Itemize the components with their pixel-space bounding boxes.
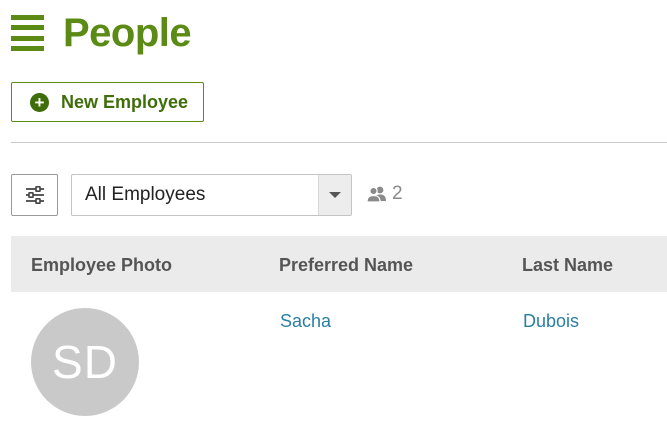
page-header: People: [11, 8, 192, 58]
employee-count: 2: [366, 183, 403, 205]
sliders-icon: [25, 186, 44, 204]
filter-button[interactable]: [11, 174, 58, 216]
last-name-link[interactable]: Dubois: [523, 311, 579, 332]
select-arrow[interactable]: [318, 175, 351, 215]
employee-count-value: 2: [392, 183, 403, 204]
avatar[interactable]: SD: [31, 308, 139, 416]
column-header-last-name[interactable]: Last Name: [522, 255, 613, 276]
new-employee-label: New Employee: [61, 91, 189, 112]
preferred-name-link[interactable]: Sacha: [280, 311, 331, 332]
new-employee-button[interactable]: + New Employee: [11, 82, 204, 122]
divider: [11, 142, 667, 143]
employee-view-select[interactable]: All Employees: [71, 174, 352, 216]
page-title: People: [63, 10, 192, 55]
employee-view-value: All Employees: [85, 184, 206, 205]
hamburger-icon[interactable]: [11, 15, 44, 51]
column-header-preferred-name[interactable]: Preferred Name: [279, 255, 413, 276]
chevron-down-icon: [329, 192, 341, 198]
people-icon: [366, 186, 386, 202]
plus-circle-icon: +: [30, 92, 49, 112]
column-header-photo[interactable]: Employee Photo: [31, 255, 172, 276]
table-header: Employee Photo Preferred Name Last Name: [11, 236, 667, 292]
